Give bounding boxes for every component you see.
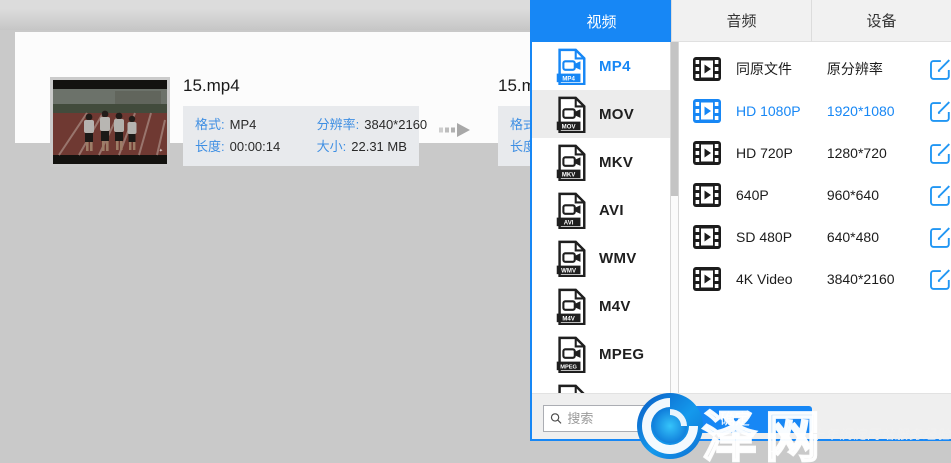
search-input[interactable] xyxy=(567,411,648,426)
avi-file-icon: AVI xyxy=(555,192,586,229)
format-item-partial[interactable] xyxy=(532,378,670,393)
svg-text:AVI: AVI xyxy=(564,220,574,226)
format-list-scrollbar[interactable] xyxy=(670,42,679,393)
tab-audio-label: 音频 xyxy=(726,10,756,31)
search-icon xyxy=(550,411,562,426)
format-item-m4v[interactable]: M4V M4V xyxy=(532,282,670,330)
m4v-file-icon: M4V xyxy=(555,288,586,325)
edit-settings-icon[interactable] xyxy=(929,58,951,81)
video-thumbnail: ✦ xyxy=(50,77,170,167)
quality-resolution: 960*640 xyxy=(827,187,907,203)
svg-text:MKV: MKV xyxy=(562,172,575,178)
quality-name: HD 1080P xyxy=(736,103,827,119)
edit-settings-icon[interactable] xyxy=(929,268,951,291)
edit-settings-icon[interactable] xyxy=(929,142,951,165)
video-thumbnail-image: ✦ xyxy=(53,80,167,164)
quality-row-720p[interactable]: HD 720P 1280*720 xyxy=(679,132,951,174)
tab-audio[interactable]: 音频 xyxy=(671,0,811,42)
quality-resolution: 3840*2160 xyxy=(827,271,907,287)
quality-name: 4K Video xyxy=(736,271,827,287)
quality-resolution: 640*480 xyxy=(827,229,907,245)
format-item-label: MPEG xyxy=(599,346,644,363)
tab-video-label: 视频 xyxy=(586,11,616,32)
tab-device-label: 设备 xyxy=(866,10,896,31)
source-info-row-2: 长度: 00:00:14 大小: 22.31 MB xyxy=(195,137,409,157)
confirm-button[interactable]: 确定 xyxy=(658,406,812,433)
film-icon xyxy=(693,225,721,249)
film-icon xyxy=(693,57,721,81)
format-value: MP4 xyxy=(230,117,257,132)
format-item-mpeg[interactable]: MPEG MPEG xyxy=(532,330,670,378)
format-item-mov[interactable]: MOV MOV xyxy=(532,90,670,138)
quality-resolution: 1280*720 xyxy=(827,145,907,161)
quality-row-480p[interactable]: SD 480P 640*480 xyxy=(679,216,951,258)
film-icon xyxy=(693,183,721,207)
svg-text:MOV: MOV xyxy=(562,124,576,130)
quality-resolution: 原分辨率 xyxy=(827,59,907,79)
source-file-info: 格式:MP4 分辨率:3840*2160 长度:00:00:14 大小:22.3… xyxy=(183,106,419,166)
quality-name: 同原文件 xyxy=(736,59,827,79)
edit-settings-icon[interactable] xyxy=(929,184,951,207)
resolution-label: 分辨率: xyxy=(317,117,360,132)
svg-text:WMV: WMV xyxy=(561,268,576,274)
quality-row-640p[interactable]: 640P 960*640 xyxy=(679,174,951,216)
format-item-label: MOV xyxy=(599,106,634,123)
format-selection-panel: 视频 音频 设备 MP4 MP4 MOV MOV MKV MKV AVI AVI… xyxy=(530,0,951,441)
quality-name: 640P xyxy=(736,187,827,203)
search-box[interactable] xyxy=(543,405,655,432)
quality-name: SD 480P xyxy=(736,229,827,245)
film-icon xyxy=(693,141,721,165)
svg-text:✦: ✦ xyxy=(159,148,163,154)
quality-list: 同原文件 原分辨率 HD 1080P 1920*1080 HD 720P 128… xyxy=(679,42,951,393)
film-icon xyxy=(693,99,721,123)
format-item-mkv[interactable]: MKV MKV xyxy=(532,138,670,186)
tab-device[interactable]: 设备 xyxy=(811,0,951,42)
format-item-label: M4V xyxy=(599,298,631,315)
quality-row-1080p[interactable]: HD 1080P 1920*1080 xyxy=(679,90,951,132)
size-value: 22.31 MB xyxy=(351,139,407,154)
source-file-name: 15.mp4 xyxy=(183,76,240,98)
scrollbar-thumb[interactable] xyxy=(671,42,678,196)
panel-tabs: 视频 音频 设备 xyxy=(532,0,951,42)
svg-text:MPEG: MPEG xyxy=(560,364,577,370)
file-list-row[interactable]: ✦ 15.mp4 格式:MP4 分辨率:3840*2160 长度:00:00:1… xyxy=(15,32,531,143)
format-list: MP4 MP4 MOV MOV MKV MKV AVI AVI WMV WMV … xyxy=(532,42,670,393)
edit-settings-icon[interactable] xyxy=(929,226,951,249)
mov-file-icon: MOV xyxy=(555,96,586,133)
format-item-wmv[interactable]: WMV WMV xyxy=(532,234,670,282)
quality-row-original[interactable]: 同原文件 原分辨率 xyxy=(679,48,951,90)
format-item-label: AVI xyxy=(599,202,624,219)
mpeg-file-icon: MPEG xyxy=(555,336,586,373)
duration-value: 00:00:14 xyxy=(230,139,281,154)
svg-text:M4V: M4V xyxy=(562,316,574,322)
convert-arrow-icon xyxy=(439,122,473,138)
format-item-label: WMV xyxy=(599,250,637,267)
format-item-mp4[interactable]: MP4 MP4 xyxy=(532,42,670,90)
format-item-label: MP4 xyxy=(599,58,631,75)
tab-video[interactable]: 视频 xyxy=(532,0,671,42)
edit-settings-icon[interactable] xyxy=(929,100,951,123)
film-icon xyxy=(693,267,721,291)
mkv-file-icon: MKV xyxy=(555,144,586,181)
panel-bottom-bar: 确定 xyxy=(532,393,951,439)
duration-label: 长度: xyxy=(195,139,225,154)
format-item-label: MKV xyxy=(599,154,633,171)
format-label: 格式: xyxy=(195,117,225,132)
mp4-file-icon: MP4 xyxy=(555,48,586,85)
quality-row-4k[interactable]: 4K Video 3840*2160 xyxy=(679,258,951,300)
size-label: 大小: xyxy=(317,139,347,154)
source-info-row-1: 格式:MP4 分辨率:3840*2160 xyxy=(195,115,409,135)
quality-name: HD 720P xyxy=(736,145,827,161)
partial-file-icon xyxy=(555,384,586,394)
svg-text:MP4: MP4 xyxy=(562,76,575,82)
format-item-avi[interactable]: AVI AVI xyxy=(532,186,670,234)
quality-resolution: 1920*1080 xyxy=(827,103,907,119)
wmv-file-icon: WMV xyxy=(555,240,586,277)
resolution-value: 3840*2160 xyxy=(364,117,427,132)
